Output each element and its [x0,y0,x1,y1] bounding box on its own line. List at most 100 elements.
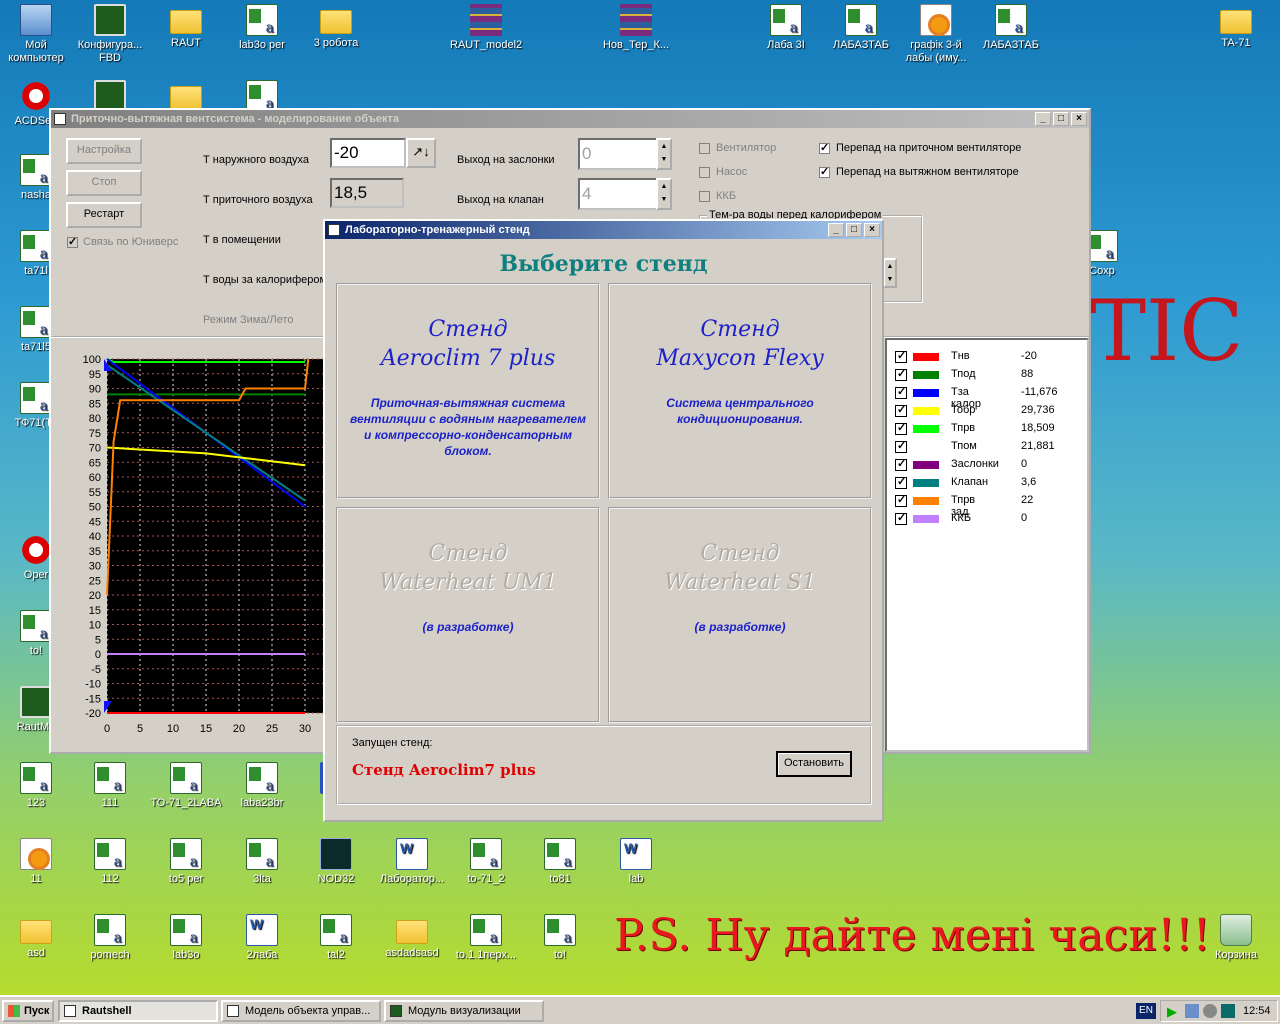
restart-button[interactable]: Рестарт [66,202,142,228]
close-button[interactable]: × [1071,112,1087,126]
desktop-icon[interactable]: 11 [0,838,72,886]
desktop-icon[interactable]: NOD32 [300,838,372,886]
legend-swatch [913,389,939,397]
t-out-spin[interactable]: ↗↓ [406,138,436,168]
desktop-icon[interactable]: to-71_2 [450,838,522,886]
status-checkbox[interactable] [819,165,830,178]
legend-checkbox[interactable] [895,403,907,417]
damper-input[interactable]: 0 [578,138,658,170]
stop-stand-button[interactable]: Остановить [776,751,852,777]
start-button[interactable]: Пуск [2,1000,54,1022]
desktop-icon-label: 112 [101,873,119,885]
desktop-icon[interactable]: 123 [0,762,72,810]
desktop-icon[interactable]: Мой компьютер [0,4,72,65]
stand-option[interactable]: Стенд Waterheat UM1 (в разработке) [336,507,600,723]
dialog-titlebar[interactable]: Лабораторно-тренажерный стенд _ □ × [325,221,882,239]
desktop-icon[interactable]: Лаба 3І [750,4,822,52]
y-tick-label: 85 [89,398,101,410]
desktop-icon[interactable]: Корзина [1200,914,1272,962]
desktop-icon[interactable]: asd [0,914,72,960]
desktop-icon[interactable]: RAUT_model2 [450,4,522,52]
valve-spin[interactable]: ▲ ▼ [656,178,672,210]
desktop-icon[interactable]: lab3o [150,914,222,962]
stand-option[interactable]: Стенд Maxycon Flexy Система центрального к… [608,283,872,499]
play-icon[interactable]: ▶ [1167,1004,1177,1020]
speaker-icon[interactable] [1203,1004,1217,1018]
status-checkbox[interactable] [699,191,710,202]
legend-value: 21,881 [1021,440,1055,452]
desktop-icon[interactable]: ЛАБАЗТАБ [975,4,1047,52]
xls-icon [246,4,278,36]
legend-checkbox[interactable] [895,493,907,507]
desktop-icon[interactable]: TA-71 [1200,4,1272,50]
desktop-icon[interactable]: lab [600,838,672,886]
desktop-icon[interactable]: ЛАБАЗТАБ [825,4,897,52]
language-indicator[interactable]: EN [1136,1003,1156,1019]
desktop-icon[interactable]: Конфигура... FBD [74,4,146,65]
taskbar-item-model[interactable]: Модель объекта управ... [221,1000,381,1022]
legend-checkbox[interactable] [895,421,907,435]
desktop-icon[interactable]: 3 робота [300,4,372,50]
y-tick-label: 75 [89,428,101,440]
stand-option[interactable]: Стенд Waterheat S1 (в разработке) [608,507,872,723]
stand-dialog: Лабораторно-тренажерный стенд _ □ × Выбе… [323,219,884,822]
desktop-icon[interactable]: RAUT [150,4,222,50]
desktop-icon[interactable]: to! [524,914,596,962]
status-checkbox[interactable] [699,167,710,178]
valve-input[interactable]: 4 [578,178,658,210]
settings-button[interactable]: Настройка [66,138,142,164]
legend-checkbox[interactable] [895,457,907,471]
desktop-icon[interactable]: Лаборатор... [376,838,448,886]
damper-spin[interactable]: ▲ ▼ [656,138,672,170]
stand-name: Стенд Waterheat UM1 [338,539,598,597]
y-tick-label: 20 [89,590,101,602]
mode-label: Режим Зима/Лето [203,314,294,326]
xls-icon [170,838,202,870]
network-icon[interactable] [1185,1004,1199,1018]
dialog-minimize-button[interactable]: _ [828,223,844,237]
legend-checkbox[interactable] [895,367,907,381]
minimize-button[interactable]: _ [1035,112,1051,126]
desktop-icon[interactable]: ТО-71_2LABA [150,762,222,810]
main-window-titlebar[interactable]: Приточно-вытяжная вентсистема - моделиро… [51,110,1089,128]
t-out-input[interactable]: -20 [330,138,406,168]
desktop-icon[interactable]: 112 [74,838,146,886]
status-checkbox[interactable] [819,141,830,154]
stop-button[interactable]: Стоп [66,170,142,196]
stand-name-line1: Стенд [428,317,508,342]
desktop-icon[interactable]: tal2 [300,914,372,962]
legend-checkbox[interactable] [895,511,907,525]
water-temp-spin[interactable]: ▲ ▼ [883,258,897,288]
legend-checkbox[interactable] [895,385,907,399]
taskbar-item-rautshell[interactable]: Rautshell [58,1000,218,1022]
desktop-icon[interactable]: to.1.1перх... [450,914,522,962]
taskbar-item-visualization[interactable]: Модуль визуализации [384,1000,544,1022]
desktop-icon[interactable]: 3lta [226,838,298,886]
desktop-icon[interactable]: pomech [74,914,146,962]
status-checkbox[interactable] [699,143,710,154]
desktop-icon[interactable]: 2лаба [226,914,298,962]
desktop-icon[interactable]: to81 [524,838,596,886]
desktop-icon[interactable]: asdadsasd [376,914,448,960]
xls-icon [20,154,52,186]
doc-icon [246,914,278,946]
desktop-icon[interactable]: lab3o per [226,4,298,52]
univers-checkbox[interactable] [67,235,78,248]
legend-checkbox[interactable] [895,475,907,489]
legend-checkbox[interactable] [895,439,907,453]
dialog-close-button[interactable]: × [864,223,880,237]
stand-name-line2: Waterheat S1 [664,570,816,595]
desktop-icon[interactable]: Нов_Тер_К... [600,4,672,52]
desktop-icon[interactable]: 111 [74,762,146,810]
antivirus-icon[interactable] [1221,1004,1235,1018]
pc-icon [20,4,52,36]
desktop-icon[interactable]: графік 3-й лабы (иму... [900,4,972,65]
maximize-button[interactable]: □ [1053,112,1069,126]
y-tick-label: 50 [89,502,101,514]
desktop-icon[interactable]: to5 per [150,838,222,886]
dialog-maximize-button[interactable]: □ [846,223,862,237]
desktop-icon[interactable]: laba23br [226,762,298,810]
legend-checkbox[interactable] [895,349,907,363]
fold-icon [1220,10,1252,34]
stand-option[interactable]: Стенд Aeroclim 7 plus Приточная-вытяжная с… [336,283,600,499]
